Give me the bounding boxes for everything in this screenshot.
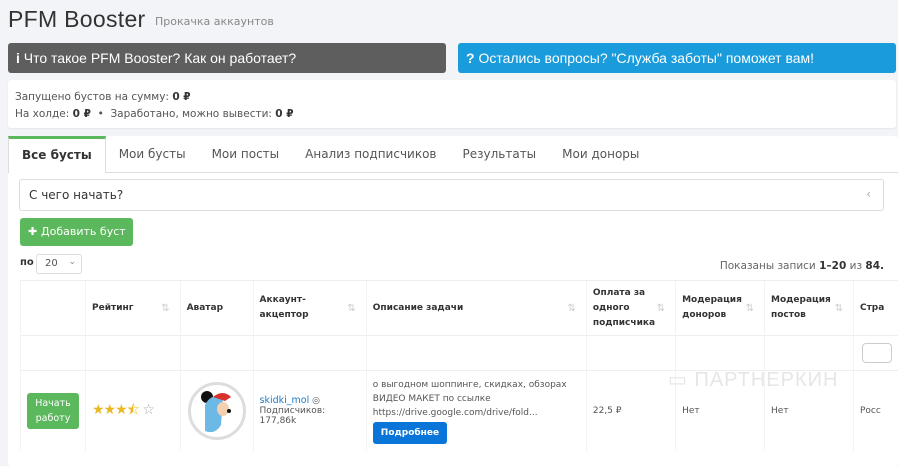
tab-my-boosts[interactable]: Мои бусты — [106, 136, 199, 172]
sort-icon[interactable]: ⇅ — [835, 301, 843, 316]
star-half-icon: ⯪ — [127, 402, 139, 418]
chevron-left-icon: ‹ — [866, 187, 871, 201]
sort-icon[interactable]: ⇅ — [347, 301, 355, 316]
col-post-moderation[interactable]: Модерация постов ⇅ — [765, 281, 854, 336]
price: 22,5 ₽ — [586, 371, 675, 451]
description-line: о выгодном шоппинге, скидках, обзорах — [373, 378, 580, 392]
col-country[interactable]: Стра — [853, 281, 898, 336]
sort-icon[interactable]: ⇅ — [161, 301, 169, 316]
hold-value: 0 ₽ — [73, 108, 91, 120]
account-link[interactable]: skidki_mol — [260, 395, 310, 406]
filter-row — [21, 336, 898, 371]
page-subtitle: Прокачка аккаунтов — [155, 15, 274, 28]
tabs: Все бусты Мои бусты Мои посты Анализ под… — [8, 136, 898, 173]
hold-label: На холде: — [15, 108, 69, 120]
per-page-value: 20 — [45, 258, 58, 269]
col-avatar: Аватар — [180, 281, 253, 336]
star-icon: ★★★ — [92, 402, 127, 418]
page-title: PFM Booster — [8, 6, 146, 33]
col-price[interactable]: Оплата за одного подписчика⇅ — [586, 281, 675, 336]
table-header-row: Рейтинг ⇅ Аватар Аккаунт-акцептор ⇅ Описан… — [21, 281, 898, 336]
country: Росс — [853, 371, 898, 451]
tab-my-posts[interactable]: Мои посты — [199, 136, 293, 172]
earned-label: Заработано, можно вывести: — [110, 108, 272, 120]
summary-total: 84. — [865, 260, 884, 272]
more-button[interactable]: Подробнее — [373, 422, 447, 444]
add-boost-label: Добавить буст — [41, 225, 126, 238]
sort-icon[interactable]: ⇅ — [657, 301, 665, 316]
support-button[interactable]: ? Остались вопросы? "Служба заботы" помо… — [458, 43, 896, 73]
launched-label: Запущено бустов на сумму: — [15, 91, 169, 103]
sort-icon[interactable]: ⇅ — [567, 301, 575, 316]
earned-value: 0 ₽ — [275, 108, 293, 120]
subscribers-count: Подписчиков: 177,86k — [260, 406, 360, 426]
launched-value: 0 ₽ — [172, 91, 190, 103]
tab-subscriber-analysis[interactable]: Анализ подписчиков — [292, 136, 449, 172]
plus-icon: ✚ — [28, 225, 41, 238]
stats-panel: Запущено бустов на сумму: 0 ₽ На холде: … — [8, 80, 896, 128]
instagram-icon: ◎ — [312, 396, 320, 406]
col-post-moderation-label: Модерация постов — [771, 295, 831, 320]
mouse-avatar-icon — [191, 385, 243, 437]
boosts-table: Рейтинг ⇅ Аватар Аккаунт-акцептор ⇅ Описан… — [20, 280, 898, 451]
sort-icon[interactable]: ⇅ — [746, 301, 754, 316]
accordion-label: С чего начать? — [29, 188, 123, 202]
rating-stars: ★★★⯪ ☆ — [92, 402, 154, 418]
add-boost-button[interactable]: ✚ Добавить буст — [20, 218, 133, 246]
per-page-select[interactable]: 20 ⌄ — [36, 254, 82, 274]
start-work-button[interactable]: Начать работу — [27, 393, 79, 429]
col-description[interactable]: Описание задачи ⇅ — [366, 281, 586, 336]
watermark: ▭ ПАРТНЕРКИН — [668, 367, 838, 392]
col-account-label: Аккаунт-акцептор — [260, 295, 309, 320]
col-rating[interactable]: Рейтинг ⇅ — [86, 281, 181, 336]
tab-all-boosts[interactable]: Все бусты — [8, 136, 106, 173]
what-is-booster-button[interactable]: i Что такое PFM Booster? Как он работает… — [8, 43, 446, 73]
per-page-label: по — [20, 257, 34, 268]
avatar — [188, 382, 246, 440]
tab-my-donors[interactable]: Мои доноры — [549, 136, 652, 172]
col-donor-moderation-label: Модерация доноров — [682, 295, 742, 320]
info-button-label: Что такое PFM Booster? Как он работает? — [24, 50, 296, 66]
col-action — [21, 281, 86, 336]
col-description-label: Описание задачи — [373, 303, 463, 313]
col-country-label: Стра — [860, 303, 884, 313]
description-line: https://drive.google.com/drive/fold... — [373, 406, 580, 420]
tab-results[interactable]: Результаты — [450, 136, 550, 172]
summary-prefix: Показаны записи — [720, 260, 816, 272]
chevron-down-icon: ⌄ — [68, 257, 76, 267]
star-empty-icon: ☆ — [142, 402, 154, 418]
col-account[interactable]: Аккаунт-акцептор ⇅ — [253, 281, 366, 336]
col-rating-label: Рейтинг — [92, 303, 133, 313]
country-filter-input[interactable] — [862, 343, 892, 363]
info-icon: i — [16, 50, 24, 66]
watermark-text: ПАРТНЕРКИН — [694, 369, 838, 391]
col-donor-moderation[interactable]: Модерация доноров ⇅ — [676, 281, 765, 336]
col-price-label: Оплата за одного подписчика — [593, 288, 655, 328]
question-icon: ? — [466, 50, 478, 66]
description-line: ВИДЕО МАКЕТ по ссылке — [373, 392, 580, 406]
support-button-label: Остались вопросы? "Служба заботы" поможе… — [478, 50, 814, 66]
summary-of: из — [850, 260, 862, 272]
records-summary: Показаны записи 1–20 из 84. — [720, 260, 884, 272]
summary-range: 1–20 — [819, 260, 846, 272]
col-avatar-label: Аватар — [187, 303, 223, 313]
getting-started-accordion[interactable]: С чего начать? ‹ — [19, 179, 884, 211]
